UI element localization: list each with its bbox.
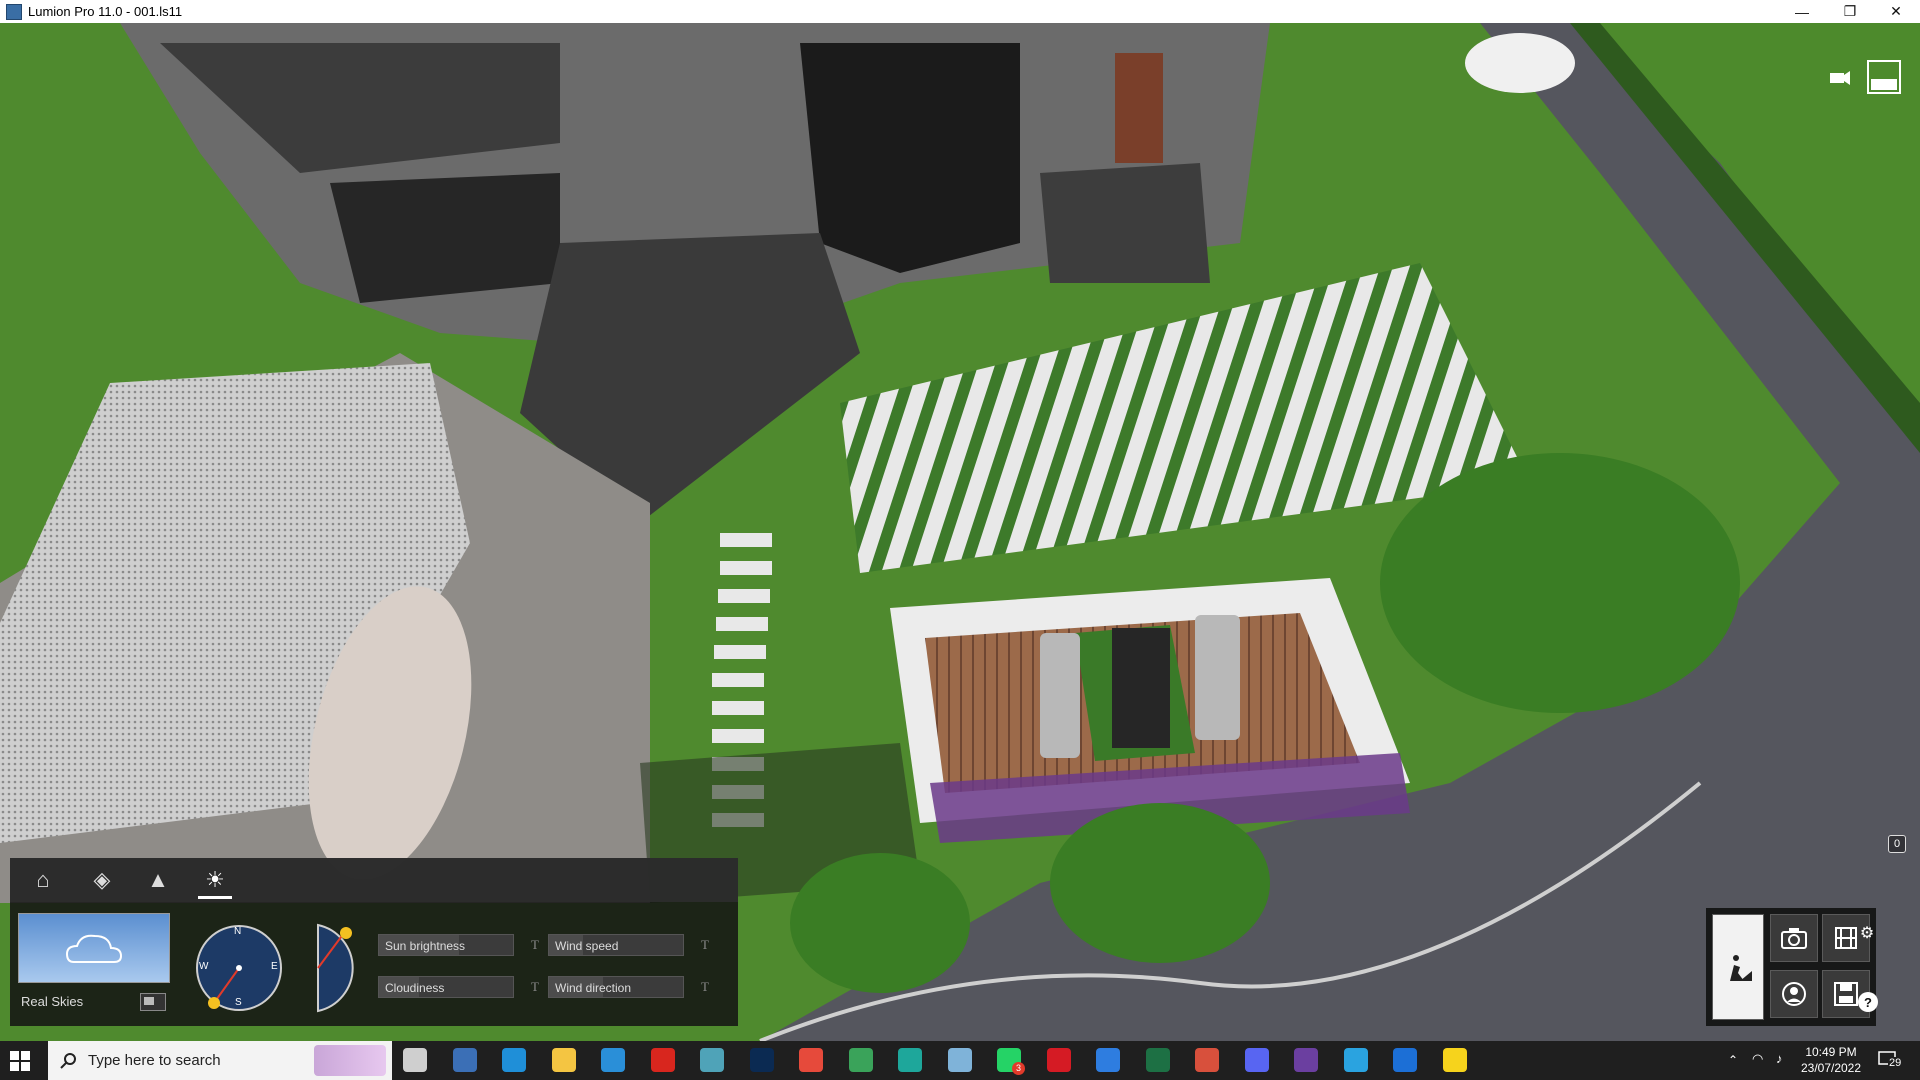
whatsapp-icon[interactable]: 3 [997, 1048, 1025, 1075]
shield-app-icon[interactable] [601, 1048, 625, 1072]
task-view-icon[interactable] [403, 1048, 427, 1072]
cloud-icon [65, 934, 123, 963]
wind-direction-slider[interactable]: Wind direction [548, 976, 684, 998]
build-mode-icon[interactable] [1712, 914, 1764, 1020]
white-rectangle-icon[interactable] [1866, 59, 1902, 95]
sticky-notes-icon[interactable] [1443, 1048, 1467, 1072]
sun-icon[interactable]: ☀ [198, 864, 232, 899]
cube-app-icon[interactable] [1393, 1048, 1417, 1072]
real-skies-toggle[interactable] [140, 993, 166, 1011]
weather-panel: ⌂ ◈ ▲ ☀ Real Skies N E S W Sun brightnes… [10, 858, 738, 1026]
real-skies-label: Real Skies [21, 994, 84, 1009]
video-camera-icon[interactable] [1822, 59, 1858, 95]
tray-chevron-icon[interactable]: ⌃ [1728, 1053, 1738, 1067]
sketchup-icon[interactable] [898, 1048, 922, 1072]
compass-west: W [199, 961, 209, 972]
compass-north: N [234, 926, 242, 937]
sun-brightness-slider[interactable]: Sun brightness [378, 934, 514, 956]
photoshop-icon[interactable] [750, 1048, 774, 1072]
wind-speed-text-toggle[interactable]: T [698, 934, 712, 956]
window-title: Lumion Pro 11.0 - 001.ls11 [28, 4, 183, 19]
photo-mode-icon[interactable] [1770, 914, 1818, 962]
volume-icon[interactable]: ♪ [1776, 1051, 1783, 1066]
wifi-icon[interactable]: ◠ [1752, 1051, 1763, 1067]
chrome-profile-icon[interactable] [849, 1048, 873, 1072]
panel-tabs: ⌂ ◈ ▲ ☀ [10, 858, 738, 902]
settings-icon[interactable]: ⚙ [1856, 922, 1878, 944]
edge-icon[interactable] [502, 1048, 526, 1072]
minimize-button[interactable]: — [1782, 0, 1822, 23]
paint-bucket-icon[interactable]: ◈ [85, 864, 119, 896]
grammarly-icon[interactable] [1195, 1048, 1219, 1072]
landscape-icon[interactable]: ▲ [141, 864, 175, 896]
compass-south: S [235, 997, 242, 1008]
excel-icon[interactable] [1146, 1048, 1170, 1072]
file-explorer-icon[interactable] [552, 1048, 576, 1072]
clock-time: 10:49 PM [1805, 1045, 1857, 1059]
help-icon[interactable]: ? [1858, 992, 1878, 1012]
taskbar-search-box[interactable]: Type here to search [48, 1041, 392, 1080]
cloudiness-text-toggle[interactable]: T [528, 976, 542, 998]
calculator-icon[interactable] [453, 1048, 477, 1072]
panorama-mode-icon[interactable] [1770, 970, 1818, 1018]
taskbar: Type here to search 3 ⌃ ◠ ♪ 10:49 PM 23/… [0, 1041, 1920, 1080]
clock-date: 23/07/2022 [1800, 1061, 1862, 1075]
wind-direction-text-toggle[interactable]: T [698, 976, 712, 998]
hud-badge[interactable]: 0 [1888, 835, 1906, 853]
notes-app-icon[interactable] [948, 1048, 972, 1072]
opera-icon[interactable] [1047, 1048, 1071, 1072]
title-bar: Lumion Pro 11.0 - 001.ls11 — ❐ ✕ [0, 0, 1920, 23]
taskbar-clock[interactable]: 10:49 PM 23/07/2022 [1796, 1044, 1866, 1076]
telegram-icon[interactable] [1344, 1048, 1368, 1072]
sky-preview[interactable] [18, 913, 170, 983]
home-icon[interactable]: ⌂ [26, 864, 60, 896]
snipping-tool-icon[interactable] [700, 1048, 724, 1072]
todo-icon[interactable] [1096, 1048, 1120, 1072]
search-icon [60, 1053, 76, 1069]
search-highlight-image [314, 1045, 386, 1076]
search-placeholder: Type here to search [88, 1052, 221, 1069]
chrome-icon[interactable] [799, 1048, 823, 1072]
sun-height-dial[interactable] [306, 923, 366, 1013]
mode-panel: ⚙ ? [1706, 908, 1878, 1026]
compass-east: E [271, 961, 278, 972]
windows-start-icon[interactable] [10, 1051, 30, 1071]
restore-button[interactable]: ❐ [1830, 0, 1870, 23]
sun-direction-compass[interactable]: N E S W [194, 923, 284, 1013]
sun-brightness-text-toggle[interactable]: T [528, 934, 542, 956]
lumion-app-icon [6, 3, 22, 20]
discord-icon[interactable] [1245, 1048, 1269, 1072]
close-button[interactable]: ✕ [1876, 0, 1916, 23]
notification-count: 29 [1888, 1057, 1903, 1069]
cloudiness-slider[interactable]: Cloudiness [378, 976, 514, 998]
notifications-icon[interactable]: 29 [1878, 1049, 1908, 1073]
acrobat-icon[interactable] [651, 1048, 675, 1072]
wind-speed-slider[interactable]: Wind speed [548, 934, 684, 956]
podcast-icon[interactable] [1294, 1048, 1318, 1072]
whatsapp-badge: 3 [1012, 1062, 1025, 1075]
